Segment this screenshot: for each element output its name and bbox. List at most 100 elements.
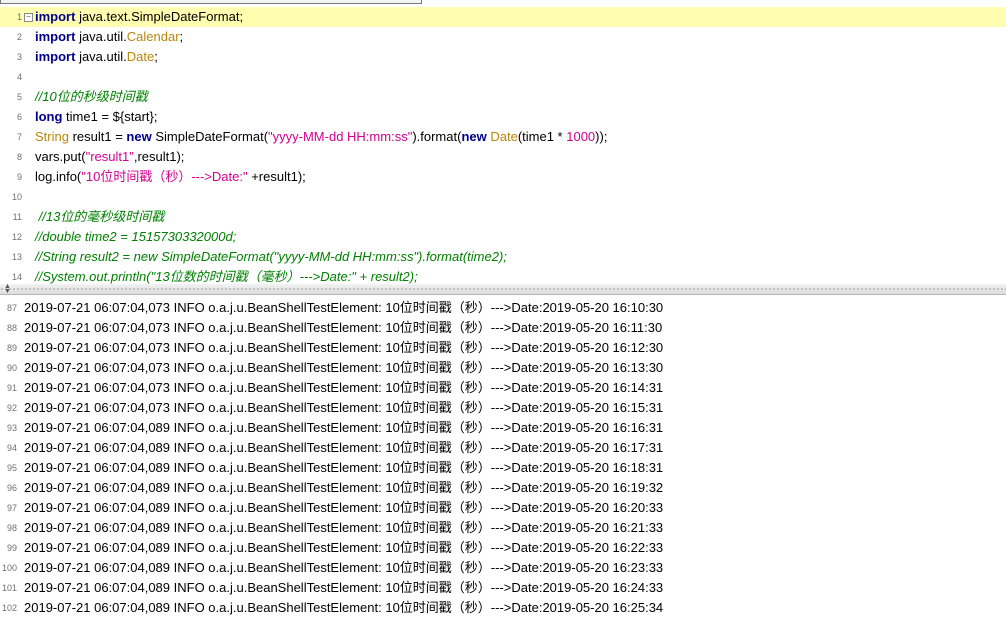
line-number: 9	[16, 172, 22, 182]
log-line[interactable]: 87 2019-07-21 06:07:04,073 INFO o.a.j.u.B…	[0, 298, 1006, 318]
log-line-number: 101	[1, 583, 17, 593]
editor-top-border	[0, 0, 1006, 4]
log-line-text: 2019-07-21 06:07:04,089 INFO o.a.j.u.Bea…	[24, 480, 664, 495]
code-text: import java.util.Date;	[35, 47, 158, 67]
log-line-number: 97	[6, 503, 17, 513]
log-line-number: 89	[6, 343, 17, 353]
log-line-text: 2019-07-21 06:07:04,073 INFO o.a.j.u.Bea…	[24, 400, 664, 415]
log-output-panel[interactable]: 87 2019-07-21 06:07:04,073 INFO o.a.j.u.B…	[0, 296, 1006, 619]
log-line-number: 91	[6, 383, 17, 393]
log-line-number: 96	[6, 483, 17, 493]
code-token: +result1);	[247, 169, 306, 184]
log-line-text: 2019-07-21 06:07:04,089 INFO o.a.j.u.Bea…	[24, 420, 664, 435]
log-line-text: 2019-07-21 06:07:04,073 INFO o.a.j.u.Bea…	[24, 300, 664, 315]
log-line-text: 2019-07-21 06:07:04,089 INFO o.a.j.u.Bea…	[24, 580, 664, 595]
code-token: "10位时间戳（秒）--->Date:"	[81, 169, 248, 184]
log-line-text: 2019-07-21 06:07:04,089 INFO o.a.j.u.Bea…	[24, 500, 664, 515]
code-token: java.util.	[75, 49, 127, 64]
code-text: import java.util.Calendar;	[35, 27, 183, 47]
log-line-number: 102	[1, 603, 17, 613]
log-line[interactable]: 90 2019-07-21 06:07:04,073 INFO o.a.j.u.B…	[0, 358, 1006, 378]
code-token: String	[35, 129, 69, 144]
line-number: 13	[11, 252, 22, 262]
code-token: java.text.SimpleDateFormat;	[75, 9, 244, 24]
code-line[interactable]: 6 long time1 = ${start};	[0, 107, 1006, 127]
log-line[interactable]: 88 2019-07-21 06:07:04,073 INFO o.a.j.u.B…	[0, 318, 1006, 338]
log-line[interactable]: 100 2019-07-21 06:07:04,089 INFO o.a.j.u.…	[0, 558, 1006, 578]
line-number: 6	[16, 112, 22, 122]
code-line[interactable]: 13 //String result2 = new SimpleDateForma…	[0, 247, 1006, 267]
log-line-number: 87	[6, 303, 17, 313]
code-token: new	[126, 129, 152, 144]
code-line[interactable]: 2 import java.util.Calendar;	[0, 27, 1006, 47]
log-line-number: 94	[6, 443, 17, 453]
log-line-number: 100	[1, 563, 17, 573]
code-text: vars.put("result1",result1);	[35, 147, 184, 167]
line-number: 2	[16, 32, 22, 42]
log-line-text: 2019-07-21 06:07:04,073 INFO o.a.j.u.Bea…	[24, 320, 663, 335]
code-token: ,result1);	[133, 149, 185, 164]
code-line[interactable]: 3 import java.util.Date;	[0, 47, 1006, 67]
log-line[interactable]: 89 2019-07-21 06:07:04,073 INFO o.a.j.u.B…	[0, 338, 1006, 358]
log-line[interactable]: 95 2019-07-21 06:07:04,089 INFO o.a.j.u.B…	[0, 458, 1006, 478]
code-line[interactable]: 8 vars.put("result1",result1);	[0, 147, 1006, 167]
code-line[interactable]: 4	[0, 67, 1006, 87]
code-text: //double time2 = 1515730332000d;	[35, 227, 236, 247]
code-line[interactable]: 1− import java.text.SimpleDateFormat;	[0, 7, 1006, 27]
log-line-number: 93	[6, 423, 17, 433]
code-token: Calendar	[126, 29, 180, 44]
log-line-number: 95	[6, 463, 17, 473]
log-line-text: 2019-07-21 06:07:04,073 INFO o.a.j.u.Bea…	[24, 360, 664, 375]
code-text: //String result2 = new SimpleDateFormat(…	[35, 247, 507, 267]
code-token: //String result2 = new SimpleDateFormat(…	[35, 249, 507, 264]
log-line[interactable]: 93 2019-07-21 06:07:04,089 INFO o.a.j.u.B…	[0, 418, 1006, 438]
pane-splitter[interactable]: ▲ ▼	[0, 283, 1006, 295]
code-line[interactable]: 14//System.out.println("13位数的时间戳（毫秒）--->…	[0, 267, 1006, 284]
log-line-text: 2019-07-21 06:07:04,073 INFO o.a.j.u.Bea…	[24, 380, 664, 395]
log-line[interactable]: 99 2019-07-21 06:07:04,089 INFO o.a.j.u.B…	[0, 538, 1006, 558]
log-line[interactable]: 101 2019-07-21 06:07:04,089 INFO o.a.j.u.…	[0, 578, 1006, 598]
code-token: ;	[179, 29, 184, 44]
fold-toggle-icon[interactable]: −	[24, 13, 33, 22]
script-editor[interactable]: 1− import java.text.SimpleDateFormat; 2 imp…	[0, 0, 1006, 285]
code-line[interactable]: 10	[0, 187, 1006, 207]
code-token: new	[461, 129, 487, 144]
log-line[interactable]: 97 2019-07-21 06:07:04,089 INFO o.a.j.u.B…	[0, 498, 1006, 518]
code-line[interactable]: 9 log.info("10位时间戳（秒）--->Date:" +result1)…	[0, 167, 1006, 187]
log-line[interactable]: 96 2019-07-21 06:07:04,089 INFO o.a.j.u.B…	[0, 478, 1006, 498]
log-line-text: 2019-07-21 06:07:04,089 INFO o.a.j.u.Bea…	[24, 520, 664, 535]
log-line-text: 2019-07-21 06:07:04,089 INFO o.a.j.u.Bea…	[24, 460, 664, 475]
code-token: Date	[490, 129, 518, 144]
log-line-text: 2019-07-21 06:07:04,089 INFO o.a.j.u.Bea…	[24, 560, 664, 575]
code-token: import	[35, 49, 76, 64]
code-line[interactable]: 7 String result1 = new SimpleDateFormat("…	[0, 127, 1006, 147]
code-line[interactable]: 12 //double time2 = 1515730332000d;	[0, 227, 1006, 247]
splitter-arrows-icon[interactable]: ▲ ▼	[4, 283, 11, 295]
line-number: 12	[11, 232, 22, 242]
log-line-text: 2019-07-21 06:07:04,089 INFO o.a.j.u.Bea…	[24, 600, 664, 615]
code-token: "result1"	[85, 149, 134, 164]
code-text: //System.out.println("13位数的时间戳（毫秒）--->Da…	[35, 267, 418, 284]
code-token: //double time2 = 1515730332000d;	[35, 229, 237, 244]
line-number: 11	[12, 212, 22, 222]
line-number: 8	[16, 152, 22, 162]
log-line[interactable]: 102 2019-07-21 06:07:04,089 INFO o.a.j.u.…	[0, 598, 1006, 618]
code-token: (time1 *	[517, 129, 567, 144]
code-token: ;	[154, 49, 158, 64]
log-line[interactable]: 92 2019-07-21 06:07:04,073 INFO o.a.j.u.B…	[0, 398, 1006, 418]
code-token: log.info(	[35, 169, 82, 184]
log-line[interactable]: 94 2019-07-21 06:07:04,089 INFO o.a.j.u.B…	[0, 438, 1006, 458]
code-token: "yyyy-MM-dd HH:mm:ss"	[268, 129, 413, 144]
code-text: long time1 = ${start};	[35, 107, 157, 127]
log-line[interactable]: 91 2019-07-21 06:07:04,073 INFO o.a.j.u.B…	[0, 378, 1006, 398]
code-token: time1 = ${start};	[62, 109, 158, 124]
log-line-text: 2019-07-21 06:07:04,073 INFO o.a.j.u.Bea…	[24, 340, 664, 355]
log-line-number: 92	[6, 403, 17, 413]
code-text: //10位的秒级时间戳	[35, 87, 148, 107]
code-line[interactable]: 5 //10位的秒级时间戳	[0, 87, 1006, 107]
code-text: String result1 = new SimpleDateFormat("y…	[35, 127, 607, 147]
log-line-text: 2019-07-21 06:07:04,089 INFO o.a.j.u.Bea…	[24, 440, 664, 455]
code-line[interactable]: 11 //13位的毫秒级时间戳	[0, 207, 1006, 227]
line-number: 7	[16, 132, 22, 142]
log-line[interactable]: 98 2019-07-21 06:07:04,089 INFO o.a.j.u.B…	[0, 518, 1006, 538]
